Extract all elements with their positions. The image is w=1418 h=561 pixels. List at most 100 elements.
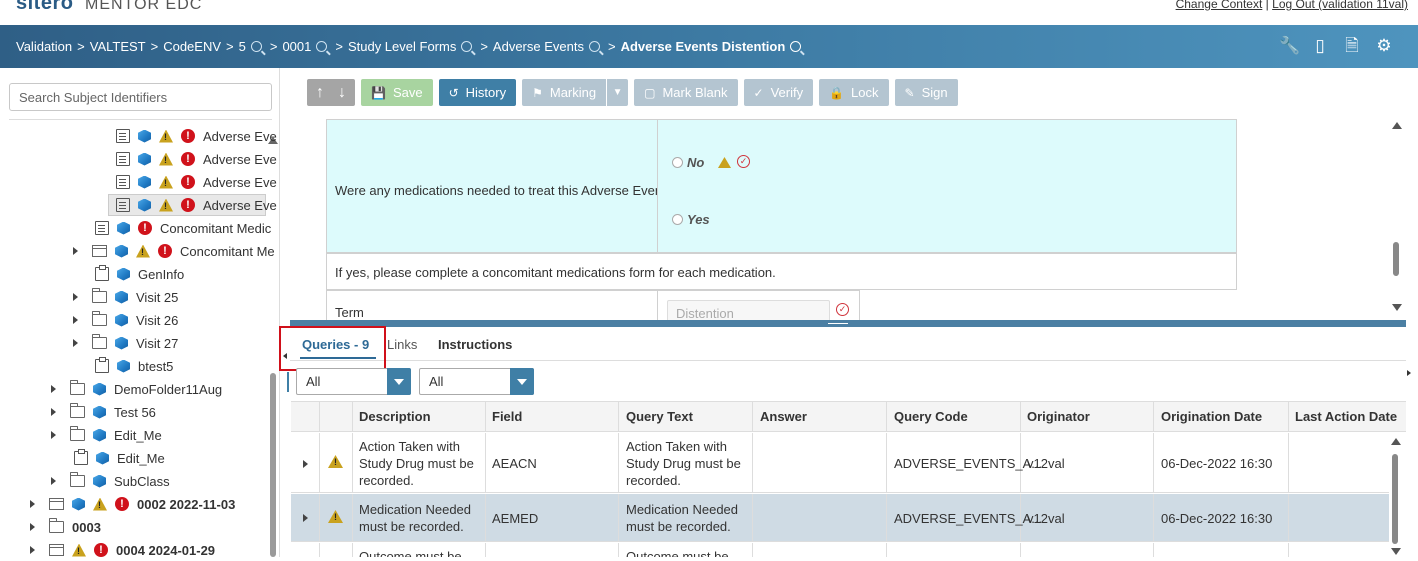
- expand-arrow-icon[interactable]: [30, 500, 35, 508]
- history-button[interactable]: ↺ History: [438, 79, 517, 106]
- logout-link[interactable]: Log Out (validation 11val): [1272, 0, 1408, 11]
- option-no[interactable]: No: [672, 155, 704, 170]
- document-icon[interactable]: 🗎: [1343, 37, 1361, 55]
- cube-icon: [138, 175, 151, 189]
- grid-scrollbar[interactable]: [1392, 454, 1398, 544]
- expand-arrow-icon[interactable]: [51, 408, 56, 416]
- tree-node[interactable]: Visit 27: [73, 332, 178, 354]
- tree-node[interactable]: ! Concomitant Me: [73, 240, 275, 262]
- search-icon[interactable]: [588, 41, 600, 52]
- error-icon: !: [181, 129, 195, 143]
- tree-node[interactable]: Visit 26: [73, 309, 178, 331]
- expand-arrow-icon[interactable]: [51, 431, 56, 439]
- breadcrumb-valtest[interactable]: VALTEST: [90, 39, 146, 54]
- col-header-originator[interactable]: Originator: [1027, 409, 1090, 424]
- tree-node-selected[interactable]: ! Adverse Eve: [108, 194, 277, 216]
- chevron-down-icon[interactable]: [510, 368, 534, 395]
- table-row[interactable]: Action Taken with Study Drug must be rec…: [291, 433, 1389, 493]
- check-circle-icon[interactable]: ✓: [836, 303, 849, 316]
- breadcrumb-subject[interactable]: 0001: [282, 39, 311, 54]
- expand-arrow-icon[interactable]: [73, 316, 78, 324]
- chevron-down-icon[interactable]: ▼: [606, 79, 628, 106]
- arrow-up-icon[interactable]: ↑: [316, 84, 324, 102]
- search-icon[interactable]: [461, 41, 473, 52]
- warning-icon[interactable]: [718, 157, 731, 168]
- col-header-answer[interactable]: Answer: [760, 409, 807, 424]
- expand-arrow-icon[interactable]: [73, 293, 78, 301]
- splitter-grip[interactable]: [828, 323, 848, 324]
- expand-arrow-icon[interactable]: [73, 247, 78, 255]
- breadcrumb-site[interactable]: 5: [239, 39, 246, 54]
- tree-node[interactable]: DemoFolder11Aug: [51, 378, 222, 400]
- tree-node[interactable]: 0003: [30, 516, 101, 538]
- expand-arrow-icon[interactable]: [30, 546, 35, 554]
- tab-instructions[interactable]: Instructions: [438, 337, 512, 352]
- chevron-down-icon[interactable]: [387, 368, 411, 395]
- tree-node[interactable]: ! Adverse Eve: [116, 171, 277, 193]
- lock-button[interactable]: 🔒 Lock: [819, 79, 889, 106]
- tree-node[interactable]: Visit 25: [73, 286, 178, 308]
- expand-row-icon[interactable]: [303, 460, 308, 468]
- query-status-filter[interactable]: All: [296, 368, 411, 395]
- option-yes[interactable]: Yes: [672, 212, 710, 227]
- scroll-down-icon[interactable]: [1391, 548, 1401, 555]
- tree-node[interactable]: btest5: [95, 355, 173, 377]
- tree-node[interactable]: Edit_Me: [74, 447, 165, 469]
- save-button[interactable]: 💾 Save: [361, 79, 433, 106]
- col-header-last-action-date[interactable]: Last Action Date: [1295, 409, 1397, 424]
- breadcrumb-validation[interactable]: Validation: [16, 39, 72, 54]
- search-icon[interactable]: [790, 41, 802, 52]
- term-input[interactable]: Distention: [667, 300, 830, 320]
- table-row-selected[interactable]: Medication Needed must be recorded. AEME…: [291, 494, 1389, 542]
- tree-node[interactable]: SubClass: [51, 470, 170, 492]
- radio-no[interactable]: [672, 157, 683, 168]
- breadcrumb-study-level-forms[interactable]: Study Level Forms: [348, 39, 456, 54]
- change-context-link[interactable]: Change Context: [1176, 0, 1263, 11]
- expand-arrow-icon[interactable]: [73, 339, 78, 347]
- expand-arrow-icon[interactable]: [51, 385, 56, 393]
- col-header-query-text[interactable]: Query Text: [626, 409, 693, 424]
- search-subject-input[interactable]: [9, 83, 272, 111]
- tree-node[interactable]: ! 0002 2022-11-03: [30, 493, 235, 515]
- col-header-field[interactable]: Field: [492, 409, 522, 424]
- marking-button[interactable]: ⚑ Marking ▼: [522, 79, 629, 106]
- collapse-right-icon[interactable]: [1407, 370, 1411, 376]
- scroll-down-icon[interactable]: [1392, 304, 1402, 311]
- expand-arrow-icon[interactable]: [51, 477, 56, 485]
- tablet-icon[interactable]: ▯: [1311, 37, 1329, 55]
- scroll-up-icon[interactable]: [1391, 438, 1401, 445]
- col-header-query-code[interactable]: Query Code: [894, 409, 968, 424]
- tree-node[interactable]: ! Adverse Eve: [116, 125, 277, 147]
- wrench-icon[interactable]: 🔧: [1279, 37, 1300, 55]
- cell-field: AEACN: [492, 456, 537, 471]
- tree-node[interactable]: ! Adverse Eve: [116, 148, 277, 170]
- collapse-left-icon[interactable]: [283, 353, 287, 359]
- sign-button[interactable]: ✎ Sign: [894, 79, 958, 106]
- breadcrumb-adverse-events[interactable]: Adverse Events: [493, 39, 584, 54]
- verify-button[interactable]: ✓ Verify: [743, 79, 814, 106]
- expand-arrow-icon[interactable]: [30, 523, 35, 531]
- tree-scrollbar[interactable]: [270, 373, 276, 557]
- col-header-origination-date[interactable]: Origination Date: [1161, 409, 1262, 424]
- expand-row-icon[interactable]: [303, 514, 308, 522]
- col-header-description[interactable]: Description: [359, 409, 431, 424]
- tree-node[interactable]: Test 56: [51, 401, 156, 423]
- tree-node[interactable]: GenInfo: [95, 263, 184, 285]
- radio-yes[interactable]: [672, 214, 683, 225]
- tree-node[interactable]: ! Concomitant Medic: [95, 217, 271, 239]
- panel-splitter[interactable]: [290, 320, 1406, 327]
- breadcrumb-codeenv[interactable]: CodeENV: [163, 39, 221, 54]
- tree-node[interactable]: ! 0004 2024-01-29: [30, 539, 215, 561]
- form-scrollbar[interactable]: [1393, 242, 1399, 276]
- query-type-filter[interactable]: All: [419, 368, 534, 395]
- table-row[interactable]: Outcome must be Outcome must be: [291, 543, 1389, 557]
- tab-links[interactable]: Links: [387, 337, 417, 352]
- arrow-down-icon[interactable]: ↓: [338, 84, 346, 102]
- scroll-up-icon[interactable]: [1392, 122, 1402, 129]
- tree-node[interactable]: Edit_Me: [51, 424, 162, 446]
- gear-icon[interactable]: ⚙: [1375, 37, 1393, 55]
- mark-blank-button[interactable]: ▢ Mark Blank: [634, 79, 738, 106]
- search-icon[interactable]: [250, 41, 262, 52]
- search-icon[interactable]: [316, 41, 328, 52]
- check-circle-icon[interactable]: ✓: [737, 155, 750, 168]
